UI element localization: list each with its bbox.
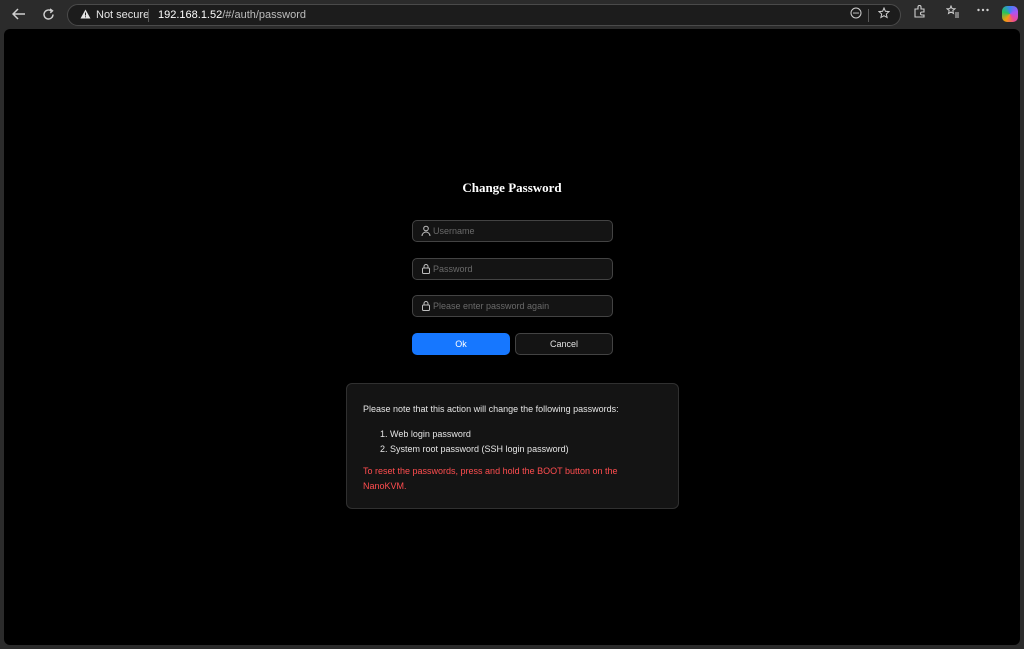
- list-item: 1. Web login password: [380, 429, 471, 439]
- security-label[interactable]: Not secure: [96, 9, 149, 21]
- password-field[interactable]: [412, 258, 613, 280]
- username-input[interactable]: [433, 223, 608, 239]
- browser-toolbar: Not secure 192.168.1.52/#/auth/password: [0, 0, 1024, 28]
- star-icon[interactable]: [877, 6, 891, 22]
- password-input[interactable]: [433, 261, 608, 277]
- back-arrow-icon[interactable]: [8, 4, 30, 24]
- warning-icon[interactable]: [80, 8, 91, 22]
- address-separator: [148, 9, 149, 22]
- confirm-password-field[interactable]: [412, 295, 613, 317]
- address-bar[interactable]: Not secure 192.168.1.52/#/auth/password: [67, 4, 901, 26]
- url-host: 192.168.1.52: [158, 9, 223, 21]
- copilot-icon[interactable]: [1002, 6, 1018, 22]
- notice-intro: Please note that this action will change…: [363, 404, 619, 414]
- lock-icon: [421, 300, 431, 312]
- url-text[interactable]: 192.168.1.52/#/auth/password: [158, 9, 306, 21]
- username-field[interactable]: [412, 220, 613, 242]
- confirm-password-input[interactable]: [433, 298, 608, 314]
- notice-list: 1. Web login password 2. System root pas…: [380, 427, 569, 457]
- url-path: /#/auth/password: [222, 9, 307, 21]
- notice-panel: Please note that this action will change…: [346, 383, 679, 509]
- extensions-icon[interactable]: [913, 5, 926, 21]
- user-icon: [421, 225, 431, 237]
- page-title: Change Password: [462, 180, 562, 195]
- ok-button[interactable]: Ok: [412, 333, 510, 355]
- cancel-button[interactable]: Cancel: [515, 333, 613, 355]
- refresh-icon[interactable]: [37, 4, 59, 24]
- page-viewport: Change Password Ok Cancel Please note th…: [4, 29, 1020, 645]
- address-separator-right: [868, 9, 869, 22]
- more-options-icon[interactable]: [976, 3, 990, 20]
- reading-mode-icon[interactable]: [850, 7, 862, 22]
- list-item: 2. System root password (SSH login passw…: [380, 444, 569, 454]
- lock-icon: [421, 263, 431, 275]
- favorites-icon[interactable]: [945, 4, 960, 21]
- reset-warning: To reset the passwords, press and hold t…: [363, 466, 618, 491]
